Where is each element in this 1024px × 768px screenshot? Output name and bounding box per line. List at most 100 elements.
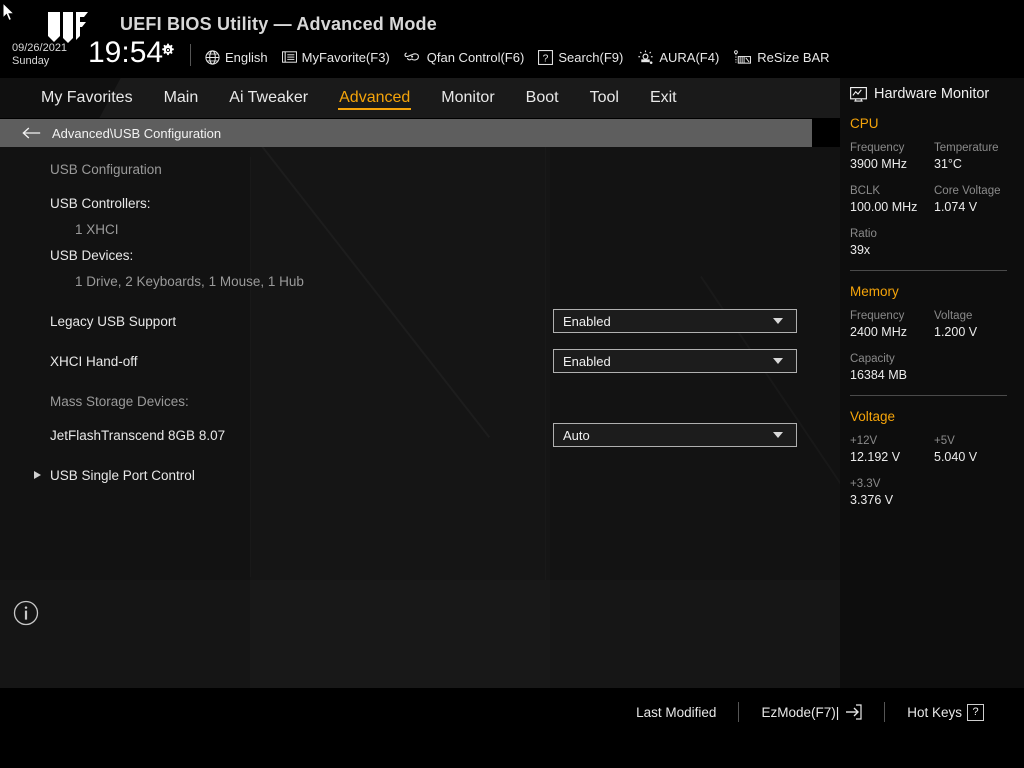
dropdown-value: Auto — [563, 428, 590, 443]
hw-value: 3.376 V — [850, 492, 934, 509]
resize-bar-icon — [733, 50, 752, 65]
mouse-cursor — [2, 2, 16, 22]
qfan-control-button[interactable]: Qfan Control(F6) — [404, 50, 525, 65]
tab-boot[interactable]: Boot — [525, 87, 560, 109]
header-divider — [190, 44, 191, 66]
hw-divider — [850, 395, 1007, 396]
hw-key: Capacity — [850, 352, 934, 367]
hw-key: Ratio — [850, 227, 934, 242]
row-label: USB Single Port Control — [50, 468, 195, 483]
chevron-down-icon — [773, 318, 783, 324]
hw-key: BCLK — [850, 184, 934, 199]
exit-arrow-icon — [844, 704, 862, 720]
tab-my-favorites[interactable]: My Favorites — [40, 87, 134, 109]
hotkeys-label: Hot Keys — [907, 705, 962, 720]
hw-field-3-3v: +3.3V 3.376 V — [850, 477, 934, 509]
language-button[interactable]: English — [205, 50, 268, 65]
tab-tool[interactable]: Tool — [589, 87, 620, 109]
row-label: USB Configuration — [50, 162, 162, 177]
ezmode-label: EzMode(F7)| — [761, 705, 839, 720]
hw-key: Frequency — [850, 309, 934, 324]
aura-label: AURA(F4) — [659, 50, 719, 65]
question-box-icon: ? — [538, 50, 553, 65]
hw-field-12v: +12V 12.192 V — [850, 434, 934, 466]
hw-key: +12V — [850, 434, 934, 449]
last-modified-button[interactable]: Last Modified — [614, 705, 738, 720]
hw-value: 16384 MB — [850, 367, 934, 384]
row-label: XHCI Hand-off — [50, 354, 138, 369]
hw-row: +12V 12.192 V +5V 5.040 V — [850, 434, 1024, 466]
hw-section-memory-title: Memory — [850, 284, 1024, 299]
hotkeys-button[interactable]: Hot Keys ? — [885, 704, 1006, 721]
row-legacy-usb-support[interactable]: Legacy USB Support Enabled — [0, 308, 840, 334]
gear-icon[interactable] — [161, 43, 175, 57]
myfavorite-label: MyFavorite(F3) — [302, 50, 390, 65]
hw-value: 12.192 V — [850, 449, 934, 466]
row-label: JetFlashTranscend 8GB 8.07 — [50, 428, 225, 443]
help-panel — [0, 580, 840, 688]
chevron-down-icon — [773, 358, 783, 364]
row-usb-devices-value: 1 Drive, 2 Keyboards, 1 Mouse, 1 Hub — [0, 268, 840, 294]
hw-key: +3.3V — [850, 477, 934, 492]
globe-icon — [205, 50, 220, 65]
row-label: Mass Storage Devices: — [50, 394, 189, 409]
back-arrow-icon[interactable] — [22, 126, 42, 140]
hw-key: Core Voltage — [934, 184, 1018, 199]
legacy-usb-support-dropdown[interactable]: Enabled — [553, 309, 797, 333]
row-label: 1 XHCI — [50, 222, 119, 237]
tab-ai-tweaker[interactable]: Ai Tweaker — [228, 87, 309, 109]
row-xhci-hand-off[interactable]: XHCI Hand-off Enabled — [0, 348, 840, 374]
xhci-hand-off-dropdown[interactable]: Enabled — [553, 349, 797, 373]
row-usb-configuration: USB Configuration — [0, 156, 840, 182]
row-usb-devices: USB Devices: — [0, 242, 840, 268]
settings-rows: USB Configuration USB Controllers: 1 XHC… — [0, 147, 840, 488]
weekday-value: Sunday — [12, 55, 67, 68]
hw-section-cpu-title: CPU — [850, 116, 1024, 131]
myfavorite-button[interactable]: MyFavorite(F3) — [282, 50, 390, 65]
row-jetflash-device[interactable]: JetFlashTranscend 8GB 8.07 Auto — [0, 422, 840, 448]
main-navigation-tabs: My Favorites Main Ai Tweaker Advanced Mo… — [0, 78, 840, 118]
tab-exit[interactable]: Exit — [649, 87, 678, 109]
search-label: Search(F9) — [558, 50, 623, 65]
footer-bar: Last Modified EzMode(F7)| Hot Keys ? Ver… — [0, 688, 1024, 768]
tab-advanced[interactable]: Advanced — [338, 87, 411, 110]
jetflash-device-dropdown[interactable]: Auto — [553, 423, 797, 447]
hw-field-bclk: BCLK 100.00 MHz — [850, 184, 934, 216]
hw-value: 3900 MHz — [850, 156, 934, 173]
hw-key: Frequency — [850, 141, 934, 156]
hw-value: 100.00 MHz — [850, 199, 934, 216]
hw-value: 2400 MHz — [850, 324, 934, 341]
language-label: English — [225, 50, 268, 65]
ezmode-button[interactable]: EzMode(F7)| — [739, 704, 884, 720]
tab-main[interactable]: Main — [163, 87, 200, 109]
tab-monitor[interactable]: Monitor — [440, 87, 495, 109]
info-circle-icon[interactable] — [13, 600, 39, 626]
bg-stripe — [250, 580, 550, 688]
clock-display: 19:54 — [88, 36, 163, 70]
hw-row: Frequency 2400 MHz Voltage 1.200 V — [850, 309, 1024, 341]
search-button[interactable]: ? Search(F9) — [538, 50, 623, 65]
resize-bar-button[interactable]: ReSize BAR — [733, 50, 829, 65]
hw-field-mem-frequency: Frequency 2400 MHz — [850, 309, 934, 341]
monitor-icon — [850, 87, 867, 102]
header-toolbar: English MyFavorite(F3) Qfan Control(F6) — [205, 45, 830, 69]
bg-stripe — [550, 580, 840, 688]
hw-key: Voltage — [934, 309, 1018, 324]
hw-row: BCLK 100.00 MHz Core Voltage 1.074 V — [850, 184, 1024, 216]
row-label: 1 Drive, 2 Keyboards, 1 Mouse, 1 Hub — [50, 274, 304, 289]
chevron-down-icon — [773, 432, 783, 438]
hw-value: 1.074 V — [934, 199, 1018, 216]
row-usb-controllers-value: 1 XHCI — [0, 216, 840, 242]
dropdown-value: Enabled — [563, 314, 611, 329]
breadcrumb[interactable]: Advanced\USB Configuration — [0, 119, 812, 147]
hw-field-temperature: Temperature 31°C — [934, 141, 1018, 173]
aura-button[interactable]: AURA(F4) — [637, 50, 719, 65]
row-usb-single-port-control[interactable]: USB Single Port Control — [0, 462, 840, 488]
hw-key: +5V — [934, 434, 1018, 449]
hardware-monitor-title-label: Hardware Monitor — [874, 86, 989, 102]
row-label: USB Devices: — [50, 248, 133, 263]
hw-field-ratio: Ratio 39x — [850, 227, 934, 259]
hw-section-voltage-title: Voltage — [850, 409, 1024, 424]
hardware-monitor-title: Hardware Monitor — [850, 86, 1024, 102]
qfan-control-label: Qfan Control(F6) — [427, 50, 525, 65]
